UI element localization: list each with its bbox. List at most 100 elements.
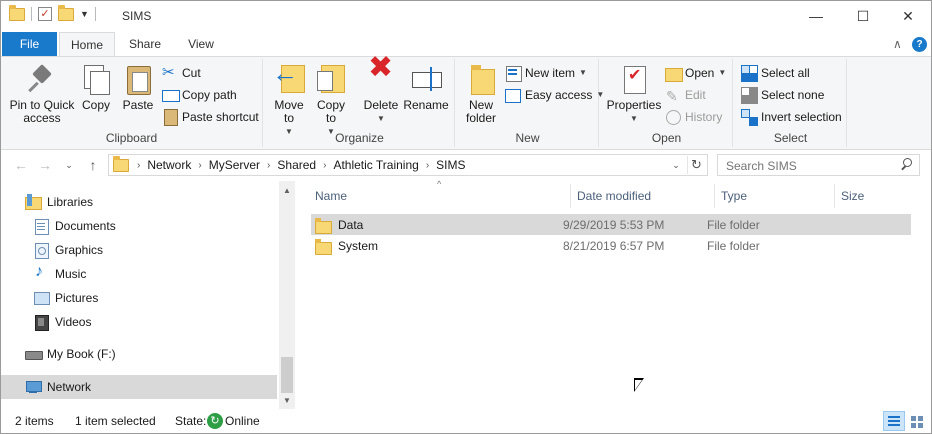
breadcrumb-shared[interactable]: Shared — [272, 158, 321, 172]
help-icon[interactable]: ? — [912, 37, 927, 52]
window-title: SIMS — [122, 9, 152, 23]
scrollbar-thumb[interactable] — [281, 357, 293, 393]
properties-button[interactable]: Properties ▼ — [605, 63, 663, 125]
column-header-size[interactable]: Size — [835, 184, 911, 208]
tab-share[interactable]: Share — [121, 32, 169, 56]
minimize-button[interactable]: — — [793, 1, 839, 32]
easy-access-icon — [505, 87, 521, 103]
nav-item-label: My Book (F:) — [47, 347, 116, 361]
tab-file[interactable]: File — [2, 32, 57, 56]
address-bar[interactable]: › Network › MyServer › Shared › Athletic… — [108, 154, 708, 176]
select-all-button[interactable]: Select all — [741, 63, 810, 83]
customize-toolbar-chevron-icon[interactable]: ▼ — [80, 9, 89, 19]
nav-item-my-book[interactable]: My Book (F:) — [1, 342, 277, 366]
move-to-button[interactable]: Move to ▼ — [271, 63, 307, 138]
new-group: New folder New item ▼ Easy access ▼ New — [457, 59, 604, 147]
breadcrumb-myserver[interactable]: MyServer — [204, 158, 265, 172]
breadcrumb-sims[interactable]: SIMS — [431, 158, 470, 172]
copy-path-button[interactable]: Copy path — [162, 85, 237, 105]
new-group-label: New — [515, 131, 540, 145]
close-button[interactable]: ✕ — [885, 1, 931, 32]
folder-icon — [9, 4, 25, 21]
nav-item-documents[interactable]: Documents — [1, 214, 277, 238]
copy-button[interactable]: Copy — [79, 63, 113, 112]
title-bar: ✓ ▼ SIMS — ☐ ✕ — [1, 1, 931, 32]
properties-icon[interactable]: ✓ — [38, 7, 52, 21]
divider — [94, 7, 96, 21]
documents-icon — [33, 218, 49, 235]
navigation-pane-scrollbar[interactable]: ▲ ▼ — [279, 181, 295, 409]
scroll-down-icon[interactable]: ▼ — [279, 393, 295, 409]
cut-button[interactable]: Cut — [162, 63, 201, 83]
maximize-button[interactable]: ☐ — [840, 1, 886, 32]
new-folder-icon — [465, 63, 497, 95]
paste-shortcut-label: Paste shortcut — [182, 110, 259, 124]
breadcrumb-separator[interactable]: › — [424, 160, 431, 171]
cut-label: Cut — [182, 66, 201, 80]
select-all-icon — [741, 65, 757, 81]
pictures-icon — [33, 290, 50, 306]
quick-access-toolbar: ✓ ▼ — [9, 4, 96, 21]
nav-item-libraries[interactable]: Libraries — [1, 190, 277, 214]
file-list: ^ Name Date modified Type Size Data 9/29… — [297, 179, 931, 407]
nav-item-graphics[interactable]: Graphics — [1, 238, 277, 262]
forward-arrow-icon[interactable]: → — [35, 155, 55, 175]
rename-button[interactable]: Rename — [403, 63, 449, 112]
file-name: System — [338, 238, 379, 253]
address-row: ← → ⌄ ↑ › Network › MyServer › Shared › … — [1, 151, 931, 179]
breadcrumb-separator[interactable]: › — [321, 160, 328, 171]
search-icon[interactable] — [899, 157, 913, 171]
select-none-label: Select none — [761, 88, 825, 102]
folder-icon — [315, 217, 332, 234]
back-arrow-icon[interactable]: ← — [11, 155, 31, 175]
breadcrumb-separator[interactable]: › — [196, 160, 203, 171]
details-view-icon[interactable] — [883, 411, 905, 431]
select-all-label: Select all — [761, 66, 810, 80]
pin-to-quick-access-button[interactable]: Pin to Quick access — [7, 63, 77, 125]
breadcrumb-athletic-training[interactable]: Athletic Training — [328, 158, 423, 172]
refresh-icon[interactable]: ↻ — [687, 156, 705, 174]
breadcrumb-network[interactable]: Network — [142, 158, 196, 172]
collapse-ribbon-icon[interactable]: ∧ — [893, 37, 902, 51]
copy-to-button[interactable]: Copy to ▼ — [313, 63, 349, 138]
nav-item-videos[interactable]: Videos — [1, 310, 277, 334]
new-item-button[interactable]: New item ▼ — [505, 63, 587, 83]
new-folder-icon[interactable] — [58, 4, 74, 21]
organize-group: Move to ▼ Copy to ▼ Delete ▼ Rename Orga… — [265, 59, 455, 147]
tab-view[interactable]: View — [177, 32, 225, 56]
libraries-icon — [25, 194, 42, 210]
nav-item-music[interactable]: Music — [1, 262, 277, 286]
edit-button[interactable]: Edit — [665, 85, 706, 106]
search-input[interactable] — [726, 159, 886, 173]
up-arrow-icon[interactable]: ↑ — [83, 155, 103, 175]
large-icons-view-icon[interactable] — [906, 411, 928, 431]
column-header-name[interactable]: Name — [309, 184, 571, 208]
state-label: State: — [175, 414, 207, 428]
open-button[interactable]: Open ▼ — [665, 63, 726, 83]
history-button[interactable]: History — [665, 107, 722, 127]
new-folder-button[interactable]: New folder — [461, 63, 501, 125]
invert-selection-button[interactable]: Invert selection — [741, 107, 842, 127]
column-header-date-modified[interactable]: Date modified — [571, 184, 715, 208]
delete-button[interactable]: Delete ▼ — [361, 61, 401, 125]
nav-item-network[interactable]: Network — [1, 375, 277, 399]
recent-locations-chevron-icon[interactable]: ⌄ — [59, 155, 79, 175]
tab-home[interactable]: Home — [59, 32, 115, 57]
address-history-chevron-icon[interactable]: ⌄ — [667, 156, 685, 174]
search-box[interactable] — [717, 154, 920, 176]
column-header-type[interactable]: Type — [715, 184, 835, 208]
paste-button[interactable]: Paste — [121, 63, 155, 112]
easy-access-button[interactable]: Easy access ▼ — [505, 85, 604, 105]
scroll-up-icon[interactable]: ▲ — [279, 183, 295, 199]
select-none-button[interactable]: Select none — [741, 85, 824, 105]
table-row[interactable]: System 8/21/2019 6:57 PM File folder — [311, 235, 911, 256]
paste-shortcut-button[interactable]: Paste shortcut — [162, 107, 259, 127]
paste-icon — [122, 63, 154, 95]
nav-item-pictures[interactable]: Pictures — [1, 286, 277, 310]
breadcrumb-separator[interactable]: › — [265, 160, 272, 171]
mouse-cursor-icon — [634, 378, 646, 396]
open-icon — [665, 65, 683, 82]
table-row[interactable]: Data 9/29/2019 5:53 PM File folder — [311, 214, 911, 235]
paste-shortcut-icon — [162, 109, 178, 126]
nav-item-label: Pictures — [55, 291, 99, 305]
